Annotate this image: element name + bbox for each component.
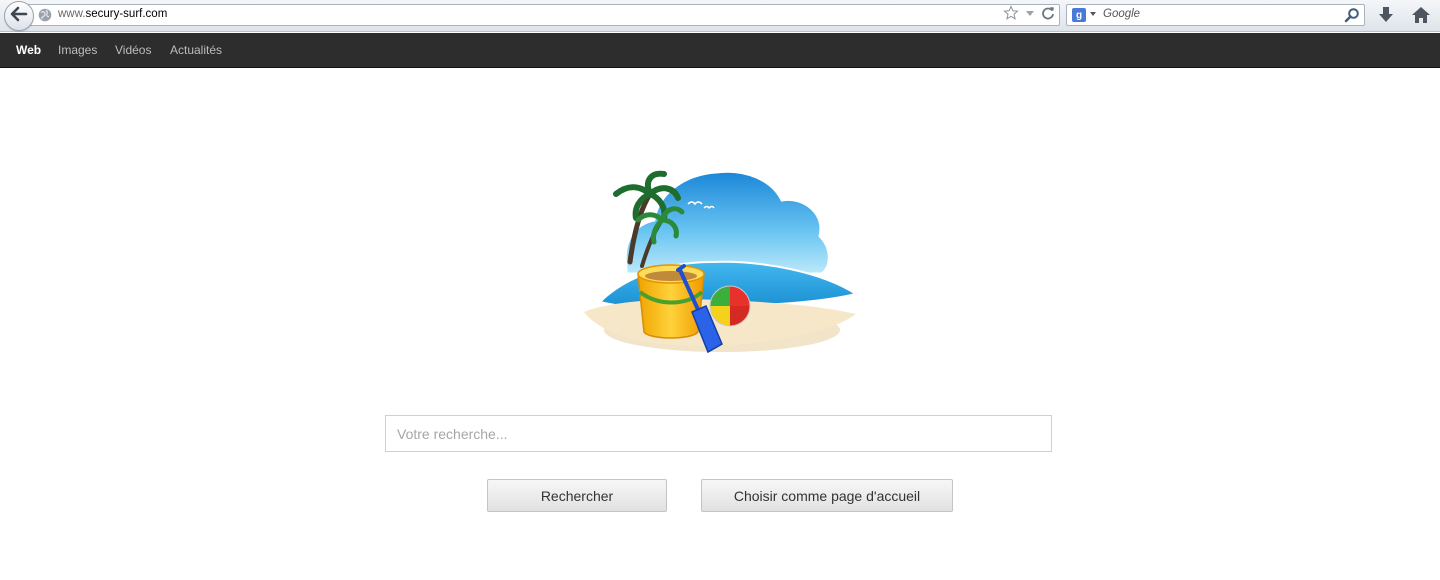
- reload-icon[interactable]: [1041, 5, 1055, 26]
- chevron-down-icon[interactable]: [1090, 12, 1096, 16]
- browser-toolbar: www.secury-surf.com g Google: [0, 0, 1440, 32]
- address-bar[interactable]: www.secury-surf.com: [26, 4, 1060, 26]
- site-navbar: Web Images Vidéos Actualités: [0, 33, 1440, 68]
- back-button[interactable]: [4, 1, 34, 31]
- download-icon[interactable]: [1376, 5, 1396, 25]
- nav-item-news[interactable]: Actualités: [170, 43, 222, 57]
- nav-item-web[interactable]: Web: [16, 43, 41, 57]
- browser-search-bar[interactable]: g Google: [1066, 4, 1365, 26]
- chevron-down-icon[interactable]: [1025, 5, 1035, 26]
- home-icon[interactable]: [1410, 4, 1432, 26]
- google-logo-icon[interactable]: g: [1072, 8, 1086, 22]
- nav-item-images[interactable]: Images: [58, 43, 97, 57]
- search-button[interactable]: Rechercher: [487, 479, 667, 512]
- search-engine-label: Google: [1103, 8, 1141, 20]
- nav-item-videos[interactable]: Vidéos: [115, 43, 151, 57]
- star-icon[interactable]: [1003, 4, 1019, 26]
- back-arrow-icon: [10, 6, 28, 27]
- search-icon[interactable]: [1344, 7, 1360, 28]
- globe-icon: [38, 8, 52, 22]
- search-input[interactable]: [385, 415, 1052, 452]
- beach-logo: [582, 162, 859, 358]
- url-text: www.secury-surf.com: [58, 8, 168, 20]
- set-homepage-button[interactable]: Choisir comme page d'accueil: [701, 479, 953, 512]
